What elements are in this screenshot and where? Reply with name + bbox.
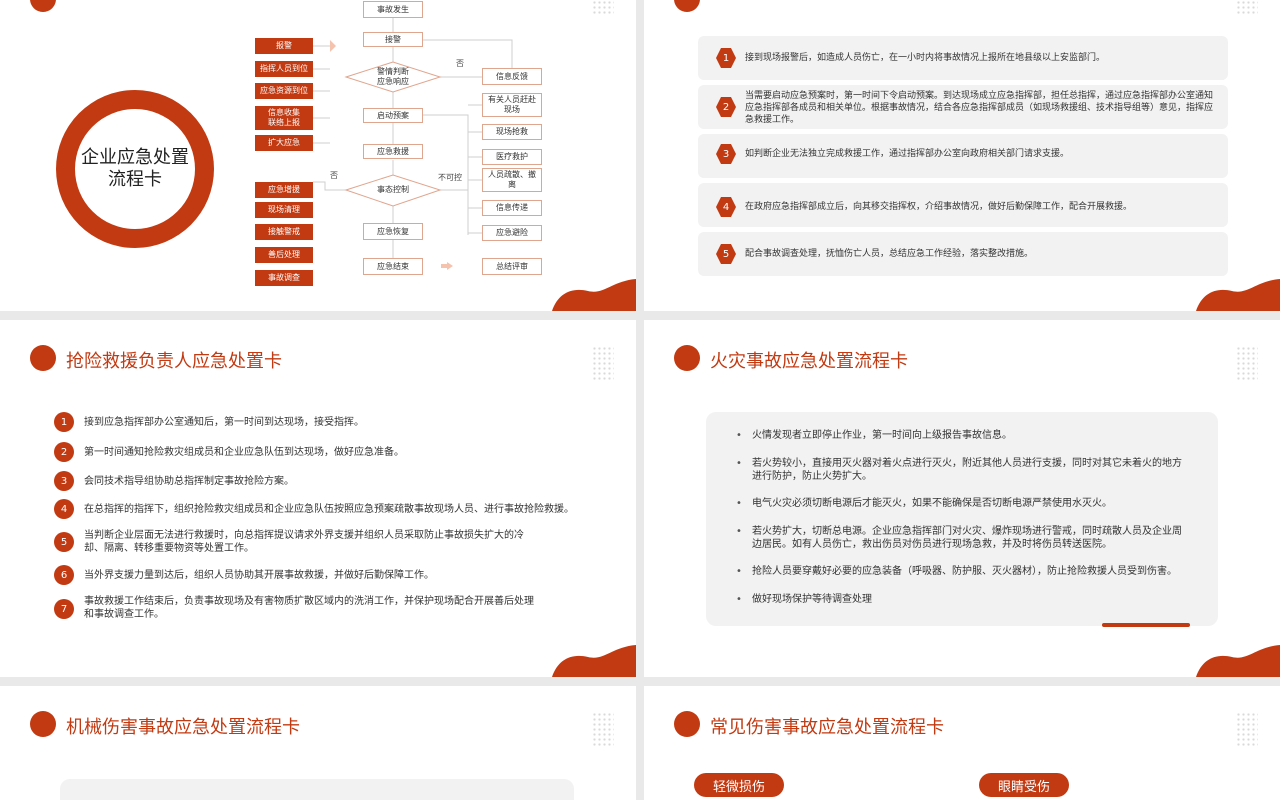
bullet-item-6: 做好现场保护等待调查处理 xyxy=(736,593,1186,606)
left-box-resources-arrive: 应急资源到位 xyxy=(255,83,313,99)
step-text: 接到应急指挥部办公室通知后，第一时间到达现场，接受指挥。 xyxy=(84,417,364,428)
dot-pattern xyxy=(592,346,614,380)
step-number: 1 xyxy=(716,48,736,68)
step-text: 在总指挥的指挥下，组织抢险救灾组成员和企业应急队伍按照应急预案疏散事故现场人员、… xyxy=(84,504,574,515)
flow-box-recovery: 应急恢复 xyxy=(363,223,423,240)
right-box-onsite-rescue: 现场抢救 xyxy=(482,124,542,140)
dot-pattern xyxy=(1236,346,1258,380)
title-dot xyxy=(674,345,700,371)
left-box-alarm: 报警 xyxy=(255,38,313,54)
left-box-reinforce: 应急增援 xyxy=(255,182,313,198)
dot-pattern xyxy=(1236,712,1258,746)
slide-rescue-leader-card[interactable]: 抢险救援负责人应急处置卡 1 接到应急指挥部办公室通知后，第一时间到达现场，接受… xyxy=(0,320,636,677)
title-dot xyxy=(30,345,56,371)
step-number: 5 xyxy=(54,532,74,552)
pill-eye-injury: 眼睛受伤 xyxy=(979,773,1069,797)
title-dot xyxy=(674,711,700,737)
corner-wave xyxy=(1196,279,1280,311)
slide-emergency-flowchart[interactable]: 企业应急处置流程卡 报警 指挥人员到位 应急资源到位 信息收集 联络上报 扩大应… xyxy=(0,0,636,311)
left-box-expand: 扩大应急 xyxy=(255,135,313,151)
left-box-cleanup: 现场清理 xyxy=(255,202,313,218)
accent-bar xyxy=(1102,623,1190,627)
flow-box-receive: 接警 xyxy=(363,32,423,47)
step-number: 6 xyxy=(54,565,74,585)
step-text: 会同技术指导组协助总指挥制定事故抢险方案。 xyxy=(84,476,294,487)
pill-minor-injury: 轻微损伤 xyxy=(694,773,784,797)
step-number: 3 xyxy=(54,471,74,491)
step-text: 如判断企业无法独立完成救援工作，通过指挥部办公室向政府相关部门请求支援。 xyxy=(745,149,1070,159)
label-no-1: 否 xyxy=(456,59,464,68)
bullet-item-5: 抢险人员要穿戴好必要的应急装备（呼吸器、防护服、灭火器材），防止抢险救援人员受到… xyxy=(736,565,1186,578)
flow-box-end: 应急结束 xyxy=(363,258,423,275)
step-number: 2 xyxy=(716,97,736,117)
slide-fire-card[interactable]: 火灾事故应急处置流程卡 火情发现者立即停止作业，第一时间向上级报告事故信息。 若… xyxy=(644,320,1280,677)
label-uncontrollable: 不可控 xyxy=(438,173,462,182)
step-text: 当外界支援力量到达后，组织人员协助其开展事故救援，并做好后勤保障工作。 xyxy=(84,570,434,581)
label-no-2: 否 xyxy=(330,171,338,180)
flow-box-start-plan: 启动预案 xyxy=(363,108,423,123)
slide-mechanical-injury-card[interactable]: 机械伤害事故应急处置流程卡 xyxy=(0,686,636,800)
step-text: 当需要启动应急预案时，第一时间下令启动预案。到达现场成立应急指挥部，担任总指挥，… xyxy=(745,91,1214,125)
right-box-review: 总结评审 xyxy=(482,258,542,275)
title-dot xyxy=(674,0,700,12)
slide-title: 火灾事故应急处置流程卡 xyxy=(710,351,908,372)
step-number: 4 xyxy=(54,499,74,519)
corner-wave xyxy=(552,279,636,311)
left-box-investigation: 事故调查 xyxy=(255,270,313,286)
bullet-item-2: 若火势较小，直接用灭火器对着火点进行灭火，附近其他人员进行支援，同时对其它未着火… xyxy=(736,457,1186,483)
right-box-info-transfer: 信息传递 xyxy=(482,200,542,216)
bullet-item-1: 火情发现者立即停止作业，第一时间向上级报告事故信息。 xyxy=(736,429,1186,442)
step-number: 2 xyxy=(54,442,74,462)
corner-wave xyxy=(1196,645,1280,677)
right-box-medical: 医疗救护 xyxy=(482,149,542,165)
right-box-evacuation: 人员疏散、撤 离 xyxy=(482,168,542,192)
left-box-aftermath: 善后处理 xyxy=(255,247,313,263)
step-row-2: 2 当需要启动应急预案时，第一时间下令启动预案。到达现场成立应急指挥部，担任总指… xyxy=(698,85,1228,129)
slide-chief-commander-card[interactable]: 1 接到现场报警后，如造成人员伤亡，在一小时内将事故情况上报所在地县级以上安监部… xyxy=(644,0,1280,311)
dot-pattern xyxy=(592,712,614,746)
slide-title: 抢险救援负责人应急处置卡 xyxy=(66,351,282,372)
left-box-info-collect: 信息收集 联络上报 xyxy=(255,106,313,130)
right-box-feedback: 信息反馈 xyxy=(482,68,542,85)
step-row-3: 3 如判断企业无法独立完成救援工作，通过指挥部办公室向政府相关部门请求支援。 xyxy=(698,134,1228,178)
step-text: 在政府应急指挥部成立后，向其移交指挥权，介绍事故情况，做好后勤保障工作，配合开展… xyxy=(745,202,1133,212)
dot-pattern xyxy=(1236,0,1258,14)
step-row-5: 5 配合事故调查处理，抚恤伤亡人员，总结应急工作经验，落实整改措施。 xyxy=(698,232,1228,276)
diamond-text-1: 警情判断 应急响应 xyxy=(377,67,409,86)
left-box-commander-arrive: 指挥人员到位 xyxy=(255,61,313,77)
slide-title: 机械伤害事故应急处置流程卡 xyxy=(66,717,300,738)
step-number: 5 xyxy=(716,244,736,264)
step-number: 7 xyxy=(54,599,74,619)
title-dot xyxy=(30,711,56,737)
step-text: 配合事故调查处理，抚恤伤亡人员，总结应急工作经验，落实整改措施。 xyxy=(745,249,1034,259)
step-number: 3 xyxy=(716,144,736,164)
right-box-personnel: 有关人员赶赴 现场 xyxy=(482,93,542,117)
left-box-cordon: 接触警戒 xyxy=(255,224,313,240)
flow-box-rescue: 应急救援 xyxy=(363,144,423,159)
step-text: 当判断企业层面无法进行救援时，向总指挥提议请求外界支援并组织人员采取防止事故损失… xyxy=(84,530,524,554)
flow-box-accident: 事故发生 xyxy=(363,1,423,18)
right-box-shelter: 应急避险 xyxy=(482,225,542,241)
corner-wave xyxy=(552,645,636,677)
slide-common-injury-card[interactable]: 常见伤害事故应急处置流程卡 轻微损伤 眼睛受伤 xyxy=(644,686,1280,800)
step-text: 第一时间通知抢险救灾组成员和企业应急队伍到达现场，做好应急准备。 xyxy=(84,447,404,458)
step-number: 1 xyxy=(54,412,74,432)
bullet-item-4: 若火势扩大，切断总电源。企业应急指挥部门对火灾、爆炸现场进行警戒，同时疏散人员及… xyxy=(736,525,1186,551)
content-panel xyxy=(60,779,574,800)
diamond-text-2: 事态控制 xyxy=(377,185,409,194)
bullet-item-3: 电气火灾必须切断电源后才能灭火，如果不能确保是否切断电源严禁使用水灭火。 xyxy=(736,497,1186,510)
step-row-1: 1 接到现场报警后，如造成人员伤亡，在一小时内将事故情况上报所在地县级以上安监部… xyxy=(698,36,1228,80)
slide-title: 常见伤害事故应急处置流程卡 xyxy=(710,717,944,738)
step-text: 事故救援工作结束后，负责事故现场及有害物质扩散区域内的洗消工作，并保护现场配合开… xyxy=(84,596,534,620)
step-row-4: 4 在政府应急指挥部成立后，向其移交指挥权，介绍事故情况，做好后勤保障工作，配合… xyxy=(698,183,1228,227)
step-text: 接到现场报警后，如造成人员伤亡，在一小时内将事故情况上报所在地县级以上安监部门。 xyxy=(745,53,1106,63)
step-number: 4 xyxy=(716,197,736,217)
